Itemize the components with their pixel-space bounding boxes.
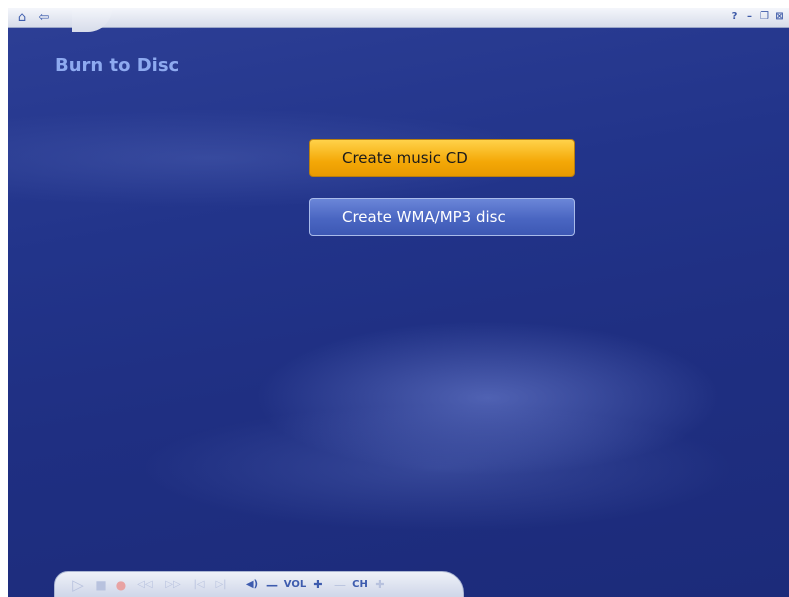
transport-controls: ▷ ■ ● ◁◁ ▷▷ |◁ ▷| ◀) — VOL ✚ — CH ✚ <box>54 571 464 597</box>
record-icon[interactable]: ● <box>113 576 129 594</box>
back-arrow-icon[interactable]: ⇦ <box>36 10 52 25</box>
media-center-window: ⌂ ⇦ ? – ❐ ⊠ Burn to Disc Create music CD… <box>8 8 789 597</box>
nav-buttons: ⌂ ⇦ <box>14 10 52 25</box>
page-title: Burn to Disc <box>55 55 180 76</box>
channel-down-button[interactable]: — <box>333 576 347 594</box>
volume-label: VOL <box>283 579 307 590</box>
close-icon[interactable]: ⊠ <box>774 10 785 24</box>
top-bar <box>8 8 789 28</box>
window-controls: ? – ❐ ⊠ <box>729 10 785 24</box>
play-icon[interactable]: ▷ <box>67 576 89 594</box>
volume-up-button[interactable]: ✚ <box>311 576 325 594</box>
create-wma-mp3-disc-button[interactable]: Create WMA/MP3 disc <box>309 198 575 236</box>
skip-back-icon[interactable]: |◁ <box>189 576 209 594</box>
rewind-icon[interactable]: ◁◁ <box>133 576 157 594</box>
help-icon[interactable]: ? <box>729 10 740 24</box>
fast-forward-icon[interactable]: ▷▷ <box>161 576 185 594</box>
channel-up-button[interactable]: ✚ <box>373 576 387 594</box>
volume-down-button[interactable]: — <box>265 576 279 594</box>
minimize-icon[interactable]: – <box>744 10 755 24</box>
stop-icon[interactable]: ■ <box>93 576 109 594</box>
channel-label: CH <box>352 579 368 590</box>
skip-forward-icon[interactable]: ▷| <box>211 576 231 594</box>
create-music-cd-button[interactable]: Create music CD <box>309 139 575 177</box>
top-bar-notch <box>72 8 112 32</box>
restore-icon[interactable]: ❐ <box>759 10 770 24</box>
mute-icon[interactable]: ◀) <box>241 576 263 594</box>
home-icon[interactable]: ⌂ <box>14 10 30 25</box>
